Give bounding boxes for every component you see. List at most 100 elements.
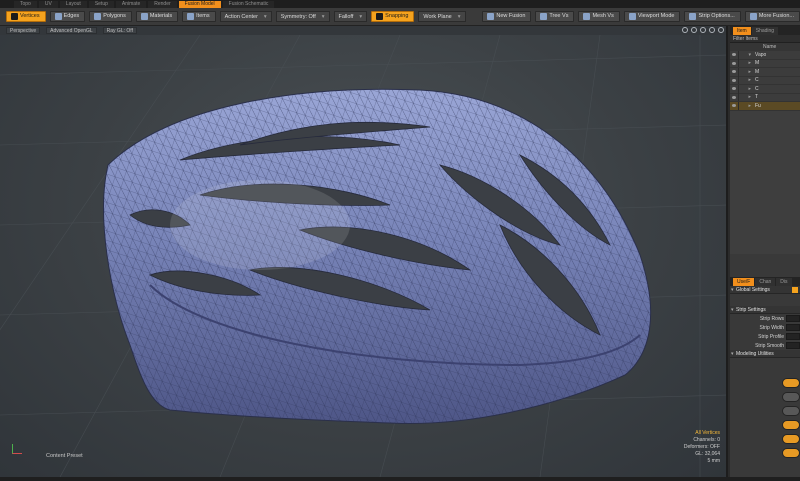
tab-item[interactable]: Item bbox=[733, 27, 751, 35]
utility-button[interactable] bbox=[782, 378, 800, 388]
properties-panel: Use/F Chan Dis Global Settings Strip Set… bbox=[730, 277, 800, 458]
chevron-down-icon: ▾ bbox=[321, 14, 325, 20]
strip-profile-input[interactable] bbox=[786, 333, 800, 340]
zoom-view-icon[interactable] bbox=[700, 27, 706, 33]
global-settings-checkbox[interactable] bbox=[792, 287, 798, 293]
utility-button[interactable] bbox=[782, 392, 800, 402]
list-item[interactable]: ▸ M bbox=[730, 59, 800, 68]
strip-options-button[interactable]: Strip Options... bbox=[684, 11, 741, 22]
expand-arrow-icon[interactable]: ▾ bbox=[739, 52, 753, 58]
tab-user-fusion[interactable]: Use/F bbox=[733, 278, 755, 286]
item-label: M bbox=[755, 68, 760, 75]
expand-arrow-icon[interactable]: ▸ bbox=[739, 94, 753, 100]
strip-settings-section[interactable]: Strip Settings bbox=[730, 306, 800, 314]
strip-settings-label: Strip Settings bbox=[736, 307, 766, 313]
eye-icon[interactable] bbox=[730, 50, 739, 59]
tab-channels[interactable]: Chan bbox=[755, 278, 776, 286]
eye-icon[interactable] bbox=[730, 93, 739, 102]
utility-button[interactable] bbox=[782, 448, 800, 458]
tab-display[interactable]: Dis bbox=[776, 278, 792, 286]
expand-arrow-icon[interactable]: ▸ bbox=[739, 86, 753, 92]
shading-dropdown[interactable]: Advanced OpenGL bbox=[46, 27, 97, 34]
eye-icon[interactable] bbox=[730, 59, 739, 68]
tab-animate[interactable]: Animate bbox=[115, 0, 147, 8]
vertices-mode-button[interactable]: Vertices bbox=[6, 11, 46, 22]
expand-arrow-icon[interactable]: ▸ bbox=[739, 60, 753, 66]
list-item[interactable]: ▾ Vapo bbox=[730, 50, 800, 60]
mesh-vis-button[interactable]: Mesh Vs bbox=[578, 11, 620, 22]
helmet-mesh[interactable] bbox=[0, 35, 728, 477]
materials-mode-button[interactable]: Materials bbox=[135, 11, 179, 22]
symmetry-dropdown[interactable]: Symmetry: Off ▾ bbox=[275, 11, 330, 22]
action-center-dropdown[interactable]: Action Center ▾ bbox=[219, 11, 272, 22]
tab-fusion-schematic[interactable]: Fusion Schematic bbox=[222, 0, 275, 8]
right-panel: Item Shading Filter Items Name ▾ Vapo ▸ M … bbox=[730, 26, 800, 481]
viewport-icon bbox=[628, 13, 636, 20]
utility-button[interactable] bbox=[782, 434, 800, 444]
more-fusion-button[interactable]: More Fusion... bbox=[744, 11, 800, 22]
list-item[interactable]: ▸ M bbox=[730, 67, 800, 77]
strip-width-input[interactable] bbox=[786, 324, 800, 331]
item-label: C bbox=[755, 85, 759, 92]
rotate-view-icon[interactable] bbox=[691, 27, 697, 33]
strip-smooth-field[interactable]: Strip Smooth bbox=[730, 341, 800, 350]
expand-arrow-icon[interactable]: ▸ bbox=[739, 69, 753, 75]
modeling-utilities-section[interactable]: Modeling Utilities bbox=[730, 350, 800, 358]
utility-button[interactable] bbox=[782, 420, 800, 430]
content-preset-label[interactable]: Content Preset bbox=[46, 453, 83, 459]
items-mode-button[interactable]: Items bbox=[182, 11, 216, 22]
tab-setup[interactable]: Setup bbox=[88, 0, 114, 8]
expand-arrow-icon[interactable]: ▸ bbox=[739, 103, 753, 109]
global-settings-section[interactable]: Global Settings bbox=[730, 286, 800, 294]
eye-icon[interactable] bbox=[730, 84, 739, 93]
tab-topo[interactable]: Topo bbox=[14, 0, 37, 8]
snapping-icon bbox=[376, 13, 384, 20]
strip-rows-input[interactable] bbox=[786, 315, 800, 322]
eye-icon[interactable] bbox=[730, 101, 739, 110]
status-bar bbox=[0, 477, 800, 481]
action-center-label: Action Center bbox=[224, 14, 258, 20]
tab-render[interactable]: Render bbox=[148, 0, 177, 8]
mesh-vis-label: Mesh Vs bbox=[592, 13, 614, 19]
edges-mode-button[interactable]: Edges bbox=[49, 11, 86, 22]
3d-viewport[interactable]: Perspective Advanced OpenGL Ray GL: Off bbox=[0, 26, 728, 477]
list-item[interactable]: ▸ T bbox=[730, 93, 800, 102]
edges-label: Edges bbox=[63, 13, 80, 19]
tab-fusion-model[interactable]: Fusion Model bbox=[178, 0, 221, 8]
mesh-icon bbox=[583, 13, 591, 20]
utility-button[interactable] bbox=[782, 406, 800, 416]
name-column-header[interactable]: Name bbox=[760, 44, 776, 50]
chevron-down-icon: ▾ bbox=[457, 14, 461, 20]
strip-profile-field[interactable]: Strip Profile bbox=[730, 332, 800, 341]
tab-uv[interactable]: UV bbox=[38, 0, 58, 8]
raygl-dropdown[interactable]: Ray GL: Off bbox=[102, 27, 137, 34]
tab-shading[interactable]: Shading bbox=[751, 27, 779, 35]
eye-icon[interactable] bbox=[730, 76, 739, 85]
list-item-selected[interactable]: ▸ Fu bbox=[730, 101, 800, 111]
filter-items-field[interactable]: Filter Items bbox=[730, 35, 800, 43]
move-view-icon[interactable] bbox=[682, 27, 688, 33]
selection-mode-readout: All Vertices bbox=[695, 430, 720, 436]
list-item[interactable]: ▸ C bbox=[730, 84, 800, 94]
edges-icon bbox=[54, 13, 62, 20]
strip-width-field[interactable]: Strip Width bbox=[730, 323, 800, 332]
chevron-down-icon: ▾ bbox=[359, 14, 363, 20]
eye-icon[interactable] bbox=[730, 67, 739, 76]
axis-gizmo-icon bbox=[12, 444, 22, 454]
polygons-mode-button[interactable]: Polygons bbox=[89, 11, 132, 22]
expand-arrow-icon[interactable]: ▸ bbox=[739, 77, 753, 83]
strip-rows-field[interactable]: Strip Rows bbox=[730, 314, 800, 323]
falloff-dropdown[interactable]: Falloff ▾ bbox=[333, 11, 368, 22]
settings-icon[interactable] bbox=[718, 27, 724, 33]
new-fusion-button[interactable]: New Fusion bbox=[482, 11, 532, 22]
work-plane-dropdown[interactable]: Work Plane ▾ bbox=[418, 11, 466, 22]
list-item[interactable]: ▸ C bbox=[730, 76, 800, 85]
new-fusion-label: New Fusion bbox=[496, 13, 526, 19]
view-type-dropdown[interactable]: Perspective bbox=[6, 27, 41, 34]
tab-layout[interactable]: Layout bbox=[59, 0, 87, 8]
maximize-view-icon[interactable] bbox=[709, 27, 715, 33]
tree-vis-button[interactable]: Tree Vs bbox=[535, 11, 575, 22]
strip-smooth-input[interactable] bbox=[786, 342, 800, 349]
viewport-mode-button[interactable]: Viewport Mode bbox=[623, 11, 681, 22]
snapping-button[interactable]: Snapping bbox=[371, 11, 415, 22]
